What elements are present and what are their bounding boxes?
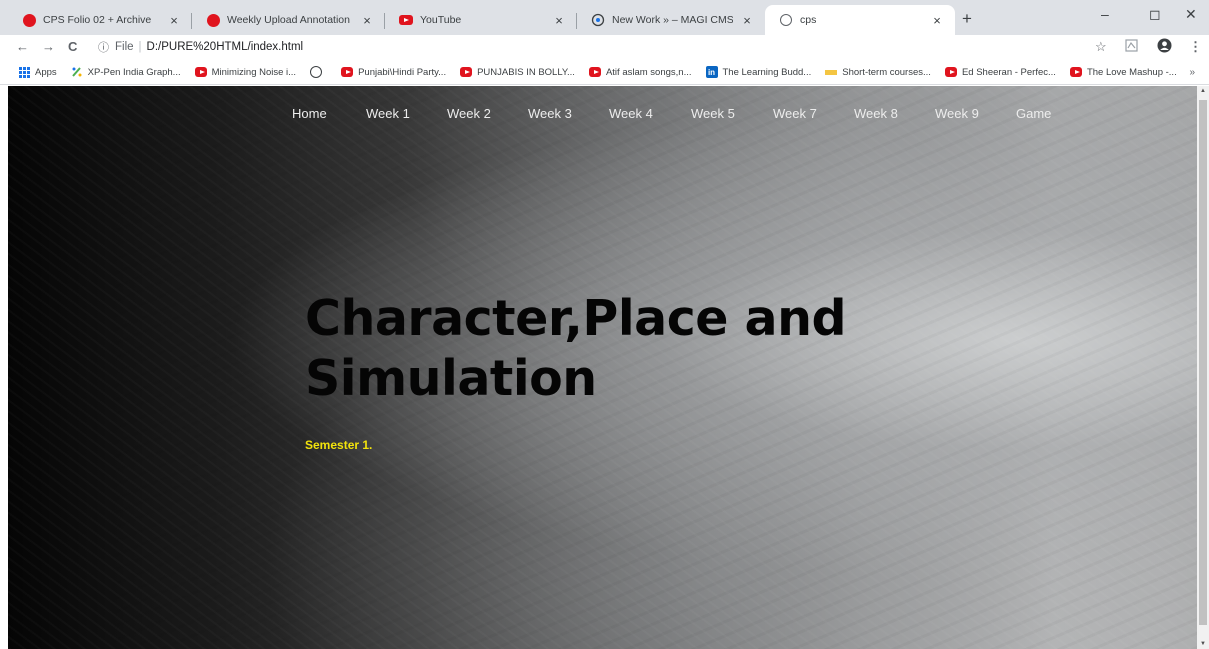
youtube-icon [399, 13, 413, 27]
nav-week-1[interactable]: Week 1 [366, 106, 410, 121]
close-window-button[interactable]: ✕ [1185, 6, 1197, 23]
nav-home[interactable]: Home [292, 106, 327, 121]
browser-toolbar: ← → C ⓘ File | D:/PURE%20HTML/index.html… [0, 35, 1209, 60]
nav-week-2[interactable]: Week 2 [447, 106, 491, 121]
bookmark-label: PUNJABIS IN BOLLY... [477, 66, 575, 78]
minimize-button[interactable]: – [1101, 6, 1109, 22]
reload-button[interactable]: C [68, 39, 77, 54]
hero-title: Character,Place and Simulation [305, 289, 905, 409]
hero-title-line-2: Simulation [305, 350, 597, 407]
bookmark-label: The Love Mashup -... [1086, 66, 1177, 78]
tab-cps-folio[interactable]: CPS Folio 02 + Archive × [8, 5, 192, 35]
scroll-down-arrow-icon[interactable]: ▼ [1200, 641, 1206, 647]
linkedin-logo-text: in [705, 66, 718, 78]
tab-title: New Work » – MAGI CMS [612, 14, 733, 26]
scrollbar-thumb[interactable] [1199, 100, 1207, 625]
page-viewport: Home Week 1 Week 2 Week 3 Week 4 Week 5 … [8, 86, 1197, 649]
tab-strip: CPS Folio 02 + Archive × Weekly Upload A… [0, 0, 1209, 35]
tab-title: cps [800, 14, 817, 26]
bookmark-apps[interactable]: Apps [18, 66, 57, 78]
nav-week-5[interactable]: Week 5 [691, 106, 735, 121]
menu-icon[interactable]: ⋮ [1189, 39, 1202, 55]
hero-title-line-1: Character,Place and [305, 290, 847, 347]
bookmark-xp-pen[interactable]: XP-Pen India Graph... [71, 66, 181, 78]
close-icon[interactable]: × [359, 13, 375, 28]
bookmark-label: Apps [35, 66, 57, 78]
magi-icon [591, 13, 605, 27]
youtube-icon [341, 66, 354, 78]
close-icon[interactable]: × [551, 13, 567, 28]
bookmarks-more-button[interactable]: » [1189, 67, 1195, 78]
bookmark-label: XP-Pen India Graph... [87, 66, 181, 78]
youtube-icon [194, 66, 207, 78]
youtube-icon [460, 66, 473, 78]
nav-week-7[interactable]: Week 7 [773, 106, 817, 121]
tab-title: CPS Folio 02 + Archive [43, 14, 152, 26]
forward-button[interactable]: → [42, 39, 55, 54]
maximize-button[interactable]: ◻ [1149, 6, 1161, 23]
xp-pen-icon [71, 66, 83, 78]
url-text[interactable]: D:/PURE%20HTML/index.html [147, 41, 304, 53]
tab-magi-cms[interactable]: New Work » – MAGI CMS × [577, 5, 765, 35]
bookmark-label: Atif aslam songs,n... [605, 66, 692, 78]
tab-title: Weekly Upload Annotation Guid [227, 14, 353, 26]
nav-week-8[interactable]: Week 8 [854, 106, 898, 121]
linkedin-icon: in [705, 66, 718, 78]
bookmark-learning-buddy[interactable]: in The Learning Budd... [705, 66, 812, 78]
address-divider: | [138, 41, 142, 53]
bookmark-label: Ed Sheeran - Perfec... [961, 66, 1056, 78]
close-icon[interactable]: × [739, 13, 755, 28]
bookmark-label: The Learning Budd... [722, 66, 812, 78]
tab-youtube[interactable]: YouTube × [385, 5, 577, 35]
close-icon[interactable]: × [929, 13, 945, 28]
bookmark-label: Punjabi\Hindi Party... [358, 66, 447, 78]
bookmark-label: Minimizing Noise i... [211, 66, 297, 78]
hero-subtitle: Semester 1. [305, 438, 373, 452]
globe-icon [779, 13, 793, 27]
folder-icon [825, 66, 838, 78]
star-icon[interactable]: ☆ [1095, 39, 1107, 55]
bookmark-atif-aslam[interactable]: Atif aslam songs,n... [588, 66, 692, 78]
tab-title: YouTube [420, 14, 462, 26]
bookmarks-bar: Apps XP-Pen India Graph... Minimizing No… [0, 60, 1209, 85]
scheme-label: File [115, 41, 134, 53]
close-icon[interactable]: × [166, 13, 182, 28]
bookmark-globe[interactable] [310, 66, 327, 78]
red-dot-icon [22, 13, 36, 27]
site-nav: Home Week 1 Week 2 Week 3 Week 4 Week 5 … [8, 106, 1197, 126]
bookmark-minimizing-noise[interactable]: Minimizing Noise i... [194, 66, 297, 78]
address-bar[interactable]: ⓘ File | D:/PURE%20HTML/index.html [88, 36, 1108, 58]
bookmark-ed-sheeran[interactable]: Ed Sheeran - Perfec... [944, 66, 1056, 78]
bookmark-punjabi-hindi[interactable]: Punjabi\Hindi Party... [341, 66, 446, 78]
bookmark-label: Short-term courses... [842, 66, 931, 78]
nav-week-4[interactable]: Week 4 [609, 106, 653, 121]
back-button[interactable]: ← [16, 39, 29, 54]
extension-icon[interactable] [1125, 39, 1138, 55]
red-dot-icon [206, 13, 220, 27]
youtube-icon [1069, 66, 1082, 78]
youtube-icon [588, 66, 601, 78]
tab-cps-active[interactable]: cps × [765, 5, 955, 35]
bookmark-love-mashup[interactable]: The Love Mashup -... [1069, 66, 1177, 78]
globe-icon [310, 66, 323, 78]
nav-game[interactable]: Game [1016, 106, 1051, 121]
new-tab-button[interactable]: + [962, 9, 972, 29]
scroll-up-arrow-icon[interactable]: ▲ [1200, 88, 1206, 94]
nav-week-9[interactable]: Week 9 [935, 106, 979, 121]
bookmark-short-term-courses[interactable]: Short-term courses... [825, 66, 931, 78]
nav-week-3[interactable]: Week 3 [528, 106, 572, 121]
page-scrollbar[interactable]: ▲ ▼ [1197, 86, 1209, 649]
apps-grid-icon [18, 66, 30, 78]
info-icon[interactable]: ⓘ [98, 39, 109, 55]
bookmark-punjabis-bolly[interactable]: PUNJABIS IN BOLLY... [460, 66, 575, 78]
youtube-icon [944, 66, 957, 78]
profile-icon[interactable] [1157, 38, 1172, 56]
tab-weekly-upload[interactable]: Weekly Upload Annotation Guid × [192, 5, 385, 35]
page-left-edge [0, 86, 8, 649]
